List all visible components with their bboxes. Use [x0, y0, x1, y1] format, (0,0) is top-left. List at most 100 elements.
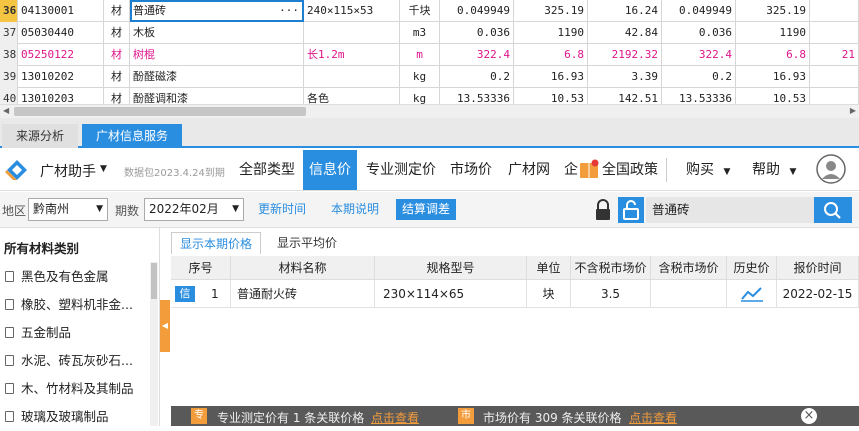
tab-source-analysis[interactable]: 来源分析 — [2, 124, 79, 148]
grid-row[interactable]: 39 13010202 材 酚醛磁漆 kg 0.2 16.93 3.39 0.2… — [0, 66, 859, 88]
material-unit: 块 — [527, 280, 571, 308]
brand-name[interactable]: 广材助手 — [40, 161, 96, 181]
extra — [810, 0, 859, 22]
category-label: 水泥、砖瓦灰砂石... — [21, 353, 133, 368]
professional-badge: 专 — [191, 408, 207, 424]
collapse-panel-icon[interactable]: ◀ — [160, 300, 170, 352]
help-label: 帮助 — [752, 162, 780, 178]
extra — [810, 22, 859, 44]
nav-professional-price[interactable]: 专业测定价 — [366, 150, 436, 190]
nav-market-price[interactable]: 市场价 — [450, 150, 492, 190]
scroll-left-icon[interactable]: ◀ — [3, 106, 9, 115]
material-code: 13010203 — [18, 88, 104, 104]
nav-enterprise[interactable]: 企 — [564, 150, 578, 190]
professional-view-link[interactable]: 点击查看 — [371, 409, 419, 426]
category-item[interactable]: 玻璃及玻璃制品 — [0, 403, 109, 431]
category-item[interactable]: 五金制品 — [0, 319, 71, 347]
toolbar: 广材助手 ▼ 数据包2023.4.24到期 全部类型 信息价 专业测定价 市场价… — [0, 150, 859, 191]
tab-current-price[interactable]: 显示本期价格 — [171, 232, 262, 254]
avatar-icon[interactable] — [816, 154, 846, 184]
period-select[interactable]: 2022年02月 ▼ — [144, 198, 244, 221]
horizontal-scroll-thumb[interactable] — [14, 107, 306, 116]
category-item[interactable]: 木、竹材料及其制品 — [0, 375, 134, 403]
quantity-2: 322.4 — [662, 44, 736, 66]
category-item[interactable]: 黑色及有色金属 — [0, 263, 109, 291]
category-label: 木、竹材料及其制品 — [21, 381, 134, 396]
material-type: 材 — [104, 22, 130, 44]
price-ex-tax: 3.5 — [571, 280, 651, 308]
search-input[interactable]: 普通砖 — [646, 197, 814, 223]
material-name: 树棍 — [130, 44, 304, 66]
material-type: 材 — [104, 0, 130, 22]
search-icon — [824, 202, 841, 219]
category-label: 玻璃及玻璃制品 — [21, 409, 109, 424]
category-label: 五金制品 — [21, 325, 72, 340]
document-icon — [5, 271, 14, 282]
material-name: 酚醛磁漆 — [130, 66, 304, 88]
tab-average-price[interactable]: 显示平均价 — [269, 232, 345, 254]
nav-national-policy[interactable]: 全国政策 — [602, 150, 662, 190]
close-icon[interactable]: × — [801, 408, 817, 424]
bottom-tab-bar: 来源分析 广材信息服务 — [0, 118, 859, 148]
region-value: 黔南州 — [33, 202, 70, 216]
lock-icon[interactable] — [594, 199, 612, 221]
nav-info-price[interactable]: 信息价 — [303, 150, 357, 190]
category-item[interactable]: 水泥、砖瓦灰砂石... — [0, 347, 133, 375]
grid-row[interactable]: 40 13010203 材 酚醛调和漆 各色 kg 13.53336 10.53… — [0, 88, 859, 104]
material-code: 05250122 — [18, 44, 104, 66]
material-unit: kg — [400, 88, 440, 104]
quantity: 13.53336 — [440, 88, 514, 104]
region-select[interactable]: 黔南州 ▼ — [28, 198, 108, 221]
grid-row[interactable]: 37 05030440 材 木板 m3 0.036 1190 42.84 0.0… — [0, 22, 859, 44]
history-cell[interactable] — [727, 280, 777, 308]
col-header-no: 序号 — [171, 256, 231, 280]
category-panel: 所有材料类别 黑色及有色金属 橡胶、塑料机非金... 五金制品 水泥、砖瓦灰砂石… — [0, 228, 160, 426]
price: 10.53 — [514, 88, 588, 104]
help-menu[interactable]: 帮助 ▼ — [752, 150, 796, 190]
nav-guangcai-web[interactable]: 广材网 — [508, 150, 550, 190]
chevron-down-icon: ▼ — [96, 204, 103, 214]
col-header-history: 历史价 — [727, 256, 777, 280]
brand-dropdown-icon[interactable]: ▼ — [100, 164, 107, 174]
unlock-toggle[interactable] — [618, 197, 644, 223]
market-view-link[interactable]: 点击查看 — [629, 409, 677, 426]
material-name-cell-editing[interactable]: 普通砖 ··· — [130, 0, 304, 22]
nav-all-types[interactable]: 全部类型 — [239, 150, 295, 190]
col-header-date: 报价时间 — [777, 256, 859, 280]
market-count-text: 市场价有 309 条关联价格 — [483, 411, 622, 425]
update-time-button[interactable]: 更新时间 — [252, 199, 312, 220]
extra — [810, 88, 859, 104]
category-scroll-thumb[interactable] — [151, 263, 157, 299]
info-badge: 信 — [175, 286, 195, 302]
material-spec: 230×114×65 — [375, 280, 527, 308]
professional-count-text: 专业测定价有 1 条关联价格 — [217, 411, 365, 425]
grid-row[interactable]: 36 04130001 材 普通砖 ··· 240×115×53 千块 0.04… — [0, 0, 859, 22]
material-unit: 千块 — [400, 0, 440, 22]
extra — [810, 66, 859, 88]
total: 16.24 — [588, 0, 662, 22]
settle-adjust-button[interactable]: 结算调差 — [396, 199, 457, 220]
col-header-spec: 规格型号 — [375, 256, 527, 280]
buy-menu[interactable]: 购买 ▼ — [686, 150, 730, 190]
scroll-right-icon[interactable]: ▶ — [850, 106, 856, 115]
document-icon — [5, 327, 14, 338]
price-result-panel: 显示本期价格 显示平均价 序号 材料名称 规格型号 单位 不含税市场价 含税市场… — [171, 228, 859, 408]
more-icon[interactable]: ··· — [279, 0, 299, 21]
grid-row[interactable]: 38 05250122 材 树棍 长1.2m m 322.4 6.8 2192.… — [0, 44, 859, 66]
tab-info-service[interactable]: 广材信息服务 — [82, 124, 183, 148]
quantity-2: 13.53336 — [662, 88, 736, 104]
col-header-price-ex-tax: 不含税市场价 — [571, 256, 651, 280]
category-item[interactable]: 橡胶、塑料机非金... — [0, 291, 133, 319]
document-icon — [5, 411, 14, 422]
quantity-2: 0.049949 — [662, 0, 736, 22]
policy-book-icon — [580, 159, 599, 178]
col-header-price-in-tax: 含税市场价 — [651, 256, 727, 280]
price-2: 16.93 — [736, 66, 810, 88]
row-no-cell: 信 1 — [171, 280, 231, 308]
history-chart-icon[interactable] — [741, 286, 763, 302]
period-note-button[interactable]: 本期说明 — [325, 199, 385, 220]
search-button[interactable] — [814, 197, 852, 223]
material-name: 木板 — [130, 22, 304, 44]
material-spec — [304, 22, 400, 44]
material-code: 13010202 — [18, 66, 104, 88]
